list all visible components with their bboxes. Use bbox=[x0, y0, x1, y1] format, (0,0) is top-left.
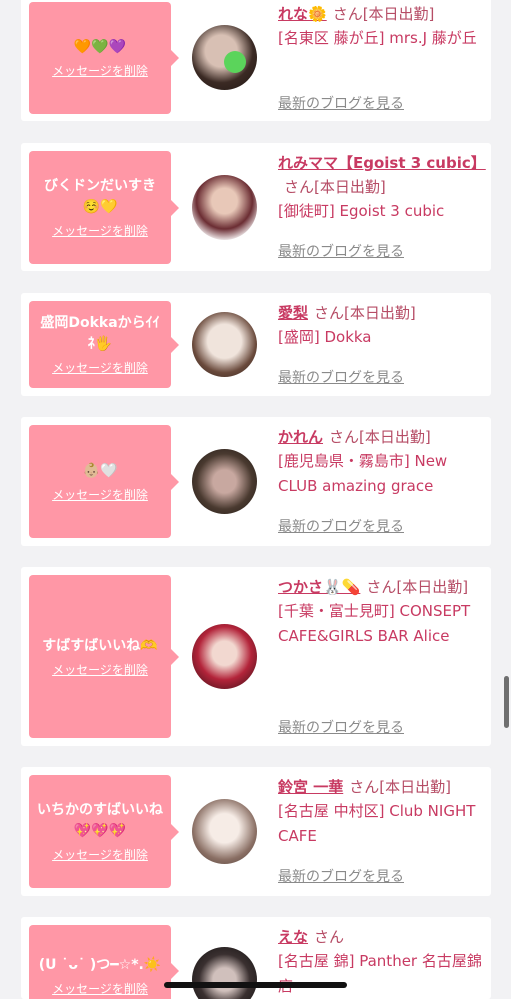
list-item: いちかのすばいいね💖💖💖 メッセージを削除 鈴宮 一華 さん[本日出勤] [名古屋… bbox=[21, 767, 491, 896]
message-text: 🧡💚💜 bbox=[73, 39, 127, 55]
delete-message-link[interactable]: メッセージを削除 bbox=[52, 62, 148, 79]
profile-info: 愛梨 さん[本日出勤] [盛岡] Dokka bbox=[278, 301, 483, 350]
profile-info: かれん さん[本日出勤] [鹿児島県・霧島市] New CLUB amazing … bbox=[278, 425, 483, 499]
honorific: さん bbox=[284, 178, 315, 196]
profile-info: つかさ🐰💊 さん[本日出勤] [千葉・富士見町] CONSEPT CAFE&GIR… bbox=[278, 575, 483, 649]
message-bubble: 盛岡Dokkaからｲｲﾈ🖐 メッセージを削除 bbox=[29, 301, 179, 388]
list-item: 盛岡Dokkaからｲｲﾈ🖐 メッセージを削除 愛梨 さん[本日出勤] [盛岡] D… bbox=[21, 293, 491, 396]
scrollbar[interactable] bbox=[504, 676, 509, 728]
status-badge: [本日出勤] bbox=[314, 178, 386, 196]
status-badge: [本日出勤] bbox=[396, 578, 469, 596]
delete-message-link[interactable]: メッセージを削除 bbox=[52, 846, 148, 863]
cast-name-link[interactable]: 鈴宮 一華 bbox=[278, 778, 343, 796]
shop-info: [御徒町] Egoist 3 cubic bbox=[278, 202, 445, 220]
cast-name-link[interactable]: れみママ【Egoist 3 cubic】 bbox=[278, 154, 486, 172]
profile-info: 鈴宮 一華 さん[本日出勤] [名古屋 中村区] Club NIGHT CAFE bbox=[278, 775, 483, 849]
honorific: さん bbox=[314, 928, 345, 946]
avatar[interactable] bbox=[192, 175, 257, 240]
delete-message-link[interactable]: メッセージを削除 bbox=[52, 661, 148, 678]
status-badge: [本日出勤] bbox=[359, 428, 431, 446]
message-text: いちかのすばいいね💖💖💖 bbox=[37, 802, 163, 839]
delete-message-link[interactable]: メッセージを削除 bbox=[52, 222, 148, 239]
delete-message-link[interactable]: メッセージを削除 bbox=[52, 359, 148, 376]
avatar[interactable] bbox=[192, 312, 257, 377]
delete-message-link[interactable]: メッセージを削除 bbox=[52, 980, 148, 997]
message-bubble: びくドンだいすき☺️💛 メッセージを削除 bbox=[29, 151, 179, 264]
latest-blog-link[interactable]: 最新のブログを見る bbox=[278, 241, 404, 261]
cast-name-link[interactable]: れな🌼 bbox=[278, 5, 327, 23]
avatar[interactable] bbox=[192, 449, 257, 514]
honorific: さん bbox=[314, 304, 345, 322]
avatar[interactable] bbox=[192, 947, 257, 999]
message-bubble: (U ˙ᴗ˙ )つ━☆*.☀️ メッセージを削除 bbox=[29, 925, 179, 999]
honorific: さん bbox=[366, 578, 397, 596]
shop-info: [名古屋 錦] Panther 名古屋錦店 bbox=[278, 952, 482, 995]
shop-info: [鹿児島県・霧島市] New CLUB amazing grace bbox=[278, 452, 448, 495]
shop-info: [盛岡] Dokka bbox=[278, 328, 372, 346]
shop-info: [千葉・富士見町] CONSEPT CAFE&GIRLS BAR Alice bbox=[278, 602, 471, 645]
message-bubble: 👶🏼🤍 メッセージを削除 bbox=[29, 425, 179, 538]
cast-name-link[interactable]: かれん bbox=[278, 428, 323, 446]
delete-message-link[interactable]: メッセージを削除 bbox=[52, 486, 148, 503]
message-bubble: いちかのすばいいね💖💖💖 メッセージを削除 bbox=[29, 775, 179, 888]
home-indicator[interactable] bbox=[164, 982, 347, 988]
shop-info: [名東区 藤が丘] mrs.J 藤が丘 bbox=[278, 29, 477, 47]
profile-info: れな🌼 さん[本日出勤] [名東区 藤が丘] mrs.J 藤が丘 bbox=[278, 2, 483, 51]
message-bubble: 🧡💚💜 メッセージを削除 bbox=[29, 2, 179, 114]
list-item: びくドンだいすき☺️💛 メッセージを削除 れみママ【Egoist 3 cubic… bbox=[21, 143, 491, 271]
avatar[interactable] bbox=[192, 25, 257, 90]
profile-info: れみママ【Egoist 3 cubic】さん[本日出勤] [御徒町] Egois… bbox=[278, 151, 486, 224]
list-item: 🧡💚💜 メッセージを削除 れな🌼 さん[本日出勤] [名東区 藤が丘] mrs.J… bbox=[21, 0, 491, 121]
message-text: (U ˙ᴗ˙ )つ━☆*.☀️ bbox=[38, 957, 162, 973]
latest-blog-link[interactable]: 最新のブログを見る bbox=[278, 717, 404, 737]
message-bubble: すばすばいいね🫶 メッセージを削除 bbox=[29, 575, 179, 738]
cast-name-link[interactable]: えな bbox=[278, 928, 308, 946]
list-item: 👶🏼🤍 メッセージを削除 かれん さん[本日出勤] [鹿児島県・霧島市] New … bbox=[21, 417, 491, 546]
honorific: さん bbox=[349, 778, 380, 796]
status-badge: [本日出勤] bbox=[379, 778, 451, 796]
latest-blog-link[interactable]: 最新のブログを見る bbox=[278, 866, 404, 886]
cast-name-link[interactable]: 愛梨 bbox=[278, 304, 308, 322]
avatar[interactable] bbox=[192, 624, 257, 689]
latest-blog-link[interactable]: 最新のブログを見る bbox=[278, 516, 404, 536]
avatar[interactable] bbox=[192, 799, 257, 864]
cast-name-link[interactable]: つかさ🐰💊 bbox=[278, 578, 360, 596]
message-text: すばすばいいね🫶 bbox=[42, 637, 158, 654]
status-badge: [本日出勤] bbox=[344, 304, 416, 322]
message-text: 盛岡Dokkaからｲｲﾈ🖐 bbox=[40, 315, 160, 352]
latest-blog-link[interactable]: 最新のブログを見る bbox=[278, 93, 404, 113]
honorific: さん bbox=[332, 5, 363, 23]
honorific: さん bbox=[329, 428, 360, 446]
shop-info: [名古屋 中村区] Club NIGHT CAFE bbox=[278, 802, 476, 845]
latest-blog-link[interactable]: 最新のブログを見る bbox=[278, 367, 404, 387]
message-text: 👶🏼🤍 bbox=[82, 462, 118, 479]
heart-sticker-icon bbox=[224, 51, 246, 73]
message-text: びくドンだいすき☺️💛 bbox=[44, 178, 156, 215]
status-badge: [本日出勤] bbox=[362, 5, 435, 23]
list-item: すばすばいいね🫶 メッセージを削除 つかさ🐰💊 さん[本日出勤] [千葉・富士見町… bbox=[21, 567, 491, 746]
